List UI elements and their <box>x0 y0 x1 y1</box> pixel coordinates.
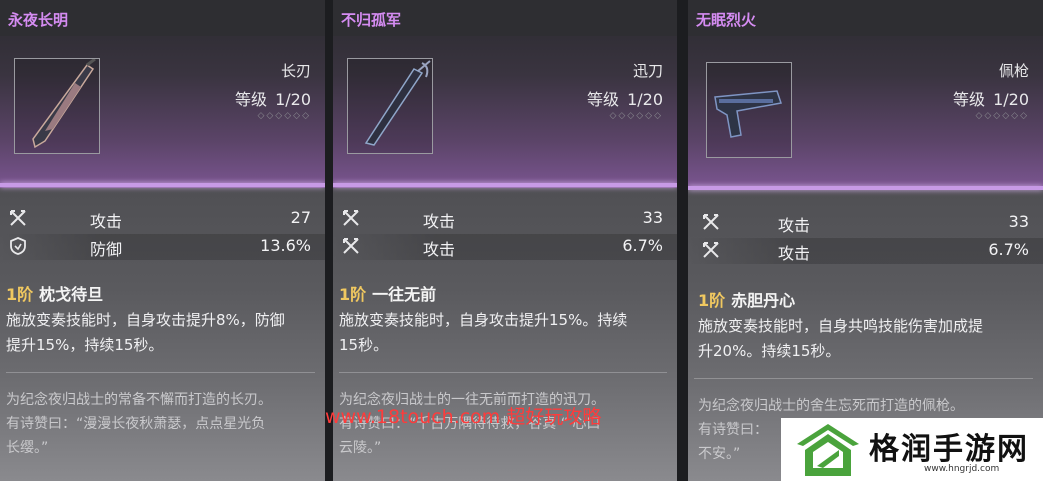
skill-title: 1阶 赤胆丹心 <box>698 287 795 311</box>
pistol-icon <box>714 90 782 138</box>
weapon-card-1[interactable]: 永夜长明 长刃 等级 1/20 ◇◇◇◇◇◇ 攻击 27 防御 13.6% 1阶枕… <box>0 0 325 481</box>
lore-line: 有诗赞曰：“漫漫长夜秋萧瑟，点点星光负 <box>6 416 266 432</box>
skill-title: 1阶 一往无前 <box>339 281 436 305</box>
divider <box>6 372 315 373</box>
level-value: 1/20 <box>275 90 311 109</box>
stat-row: 攻击 6.7% <box>688 238 1043 264</box>
skill-desc-line: 15秒。 <box>339 336 389 354</box>
accent-bar <box>0 183 325 187</box>
site-logo: 格润手游网 www.hngrjd.com <box>781 418 1043 481</box>
level-value: 1/20 <box>627 90 663 109</box>
stat-row: 攻击 27 <box>0 206 325 232</box>
logo-name: 格润手游网 <box>869 432 1029 467</box>
skill-tier: 1阶 <box>339 285 367 304</box>
divider <box>694 378 1033 379</box>
weapon-name: 无眠烈火 <box>696 11 757 29</box>
weapon-card-3[interactable]: 无眠烈火 佩枪 等级 1/20 ◇◇◇◇◇◇ 攻击 33 攻击 6.7% 1阶 赤胆… <box>688 0 1043 481</box>
stat-label: 攻击 <box>778 216 811 235</box>
stat-value: 33 <box>1008 212 1029 231</box>
lore-line: 为纪念夜归战士的常备不懈而打造的长刃。 <box>6 392 272 408</box>
weapon-level: 等级 1/20 <box>235 86 311 110</box>
lore-line: 长缨。” <box>6 440 49 456</box>
weapon-type: 迅刀 <box>632 62 663 80</box>
skill-description: 施放变奏技能时，自身攻击提升8%，防御 提升15%，持续15秒。 <box>6 308 317 358</box>
stat-label: 防御 <box>90 240 123 259</box>
weapon-image-frame <box>14 58 100 154</box>
skill-name: 枕戈待旦 <box>39 285 104 304</box>
weapon-level: 等级 1/20 <box>953 86 1029 110</box>
weapon-image-frame <box>706 62 792 158</box>
stat-row: 攻击 33 <box>333 206 677 232</box>
skill-description: 施放变奏技能时，自身共鸣技能伤害加成提 升20%。持续15秒。 <box>698 314 1035 364</box>
accent-bar <box>688 186 1043 190</box>
divider <box>339 372 667 373</box>
logo-url: www.hngrjd.com <box>924 464 1000 474</box>
attack-icon <box>343 238 359 254</box>
attack-icon <box>703 214 719 230</box>
attack-icon <box>10 210 26 226</box>
stat-label: 攻击 <box>778 244 811 263</box>
stat-row: 攻击 6.7% <box>333 234 677 260</box>
skill-desc-line: 施放变奏技能时，自身共鸣技能伤害加成提 <box>698 317 984 335</box>
stat-value: 33 <box>642 208 663 227</box>
stat-label: 攻击 <box>423 212 456 231</box>
stat-value: 6.7% <box>622 236 663 255</box>
stat-value: 6.7% <box>988 240 1029 259</box>
lore-line: 云陵。” <box>339 440 382 456</box>
weapon-image-frame <box>347 58 433 154</box>
lore-line: 为纪念夜归战士的舍生忘死而打造的佩枪。 <box>698 398 964 414</box>
skill-description: 施放变奏技能时，自身攻击提升15%。持续 15秒。 <box>339 308 669 358</box>
stat-row: 攻击 33 <box>688 210 1043 236</box>
accent-bar <box>333 183 677 187</box>
long-blade-icon <box>32 59 96 149</box>
refine-dots: ◇◇◇◇◇◇ <box>257 111 311 121</box>
level-label: 等级 <box>587 90 620 109</box>
level-label: 等级 <box>953 90 986 109</box>
weapon-level: 等级 1/20 <box>587 86 663 110</box>
stat-label: 攻击 <box>90 212 123 231</box>
refine-dots: ◇◇◇◇◇◇ <box>609 111 663 121</box>
weapon-type: 佩枪 <box>998 62 1029 80</box>
skill-tier: 1阶 <box>698 291 726 310</box>
fast-blade-icon <box>364 60 431 146</box>
refine-dots: ◇◇◇◇◇◇ <box>975 111 1029 121</box>
skill-desc-line: 升20%。持续15秒。 <box>698 342 841 360</box>
weapon-type: 长刃 <box>280 62 311 80</box>
stat-label: 攻击 <box>423 240 456 259</box>
watermark-text: www.18touch.com 超好玩攻略 <box>325 406 602 428</box>
attack-icon <box>703 242 719 258</box>
weapon-name: 永夜长明 <box>8 11 69 29</box>
leaf-logo-icon <box>797 424 859 476</box>
stat-value: 13.6% <box>260 236 311 255</box>
defense-icon <box>10 237 26 255</box>
skill-title: 1阶 枕戈待旦 <box>6 281 103 305</box>
weapon-name: 不归孤军 <box>341 11 402 29</box>
skill-desc-line: 提升15%，持续15秒。 <box>6 336 164 354</box>
skill-desc-line: 施放变奏技能时，自身攻击提升8%，防御 <box>6 311 285 329</box>
skill-tier: 1阶 <box>6 285 34 304</box>
attack-icon <box>343 210 359 226</box>
level-value: 1/20 <box>993 90 1029 109</box>
skill-desc-line: 施放变奏技能时，自身攻击提升15%。持续 <box>339 311 628 329</box>
stat-row: 防御 13.6% <box>0 234 325 260</box>
stat-value: 27 <box>290 208 311 227</box>
level-label: 等级 <box>235 90 268 109</box>
skill-name: 一往无前 <box>372 285 437 304</box>
lore-text: 为纪念夜归战士的常备不懈而打造的长刃。 有诗赞曰：“漫漫长夜秋萧瑟，点点星光负 … <box>6 388 317 460</box>
skill-name: 赤胆丹心 <box>731 291 796 310</box>
